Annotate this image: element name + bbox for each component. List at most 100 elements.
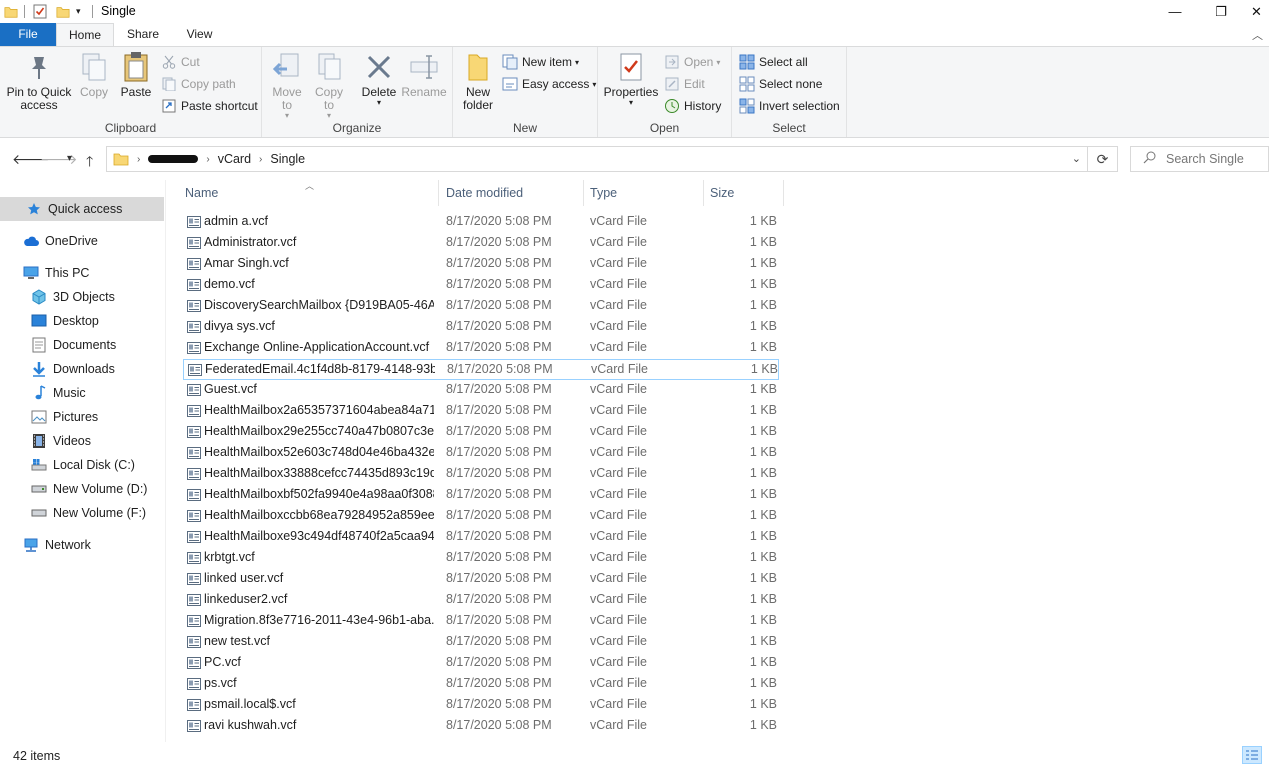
nav-quick-access-label: Quick access <box>48 202 123 216</box>
properties-quick-icon[interactable] <box>33 3 47 20</box>
table-row[interactable]: HealthMailbox52e603c748d04e46ba432e... 8/… <box>183 443 779 464</box>
table-row[interactable]: Amar Singh.vcf 8/17/2020 5:08 PM vCard Fil… <box>183 254 779 275</box>
table-row[interactable]: ps.vcf 8/17/2020 5:08 PM vCard File 1 KB <box>183 674 779 695</box>
nav-local-disk-c[interactable]: Local Disk (C:) <box>0 453 164 477</box>
easy-access-button[interactable]: Easy access ▾ <box>502 74 596 94</box>
refresh-button[interactable]: ⟳ <box>1088 146 1118 172</box>
column-header-size[interactable]: Size <box>704 180 784 206</box>
table-row[interactable]: HealthMailbox29e255cc740a47b0807c3e... 8/… <box>183 422 779 443</box>
table-row[interactable]: demo.vcf 8/17/2020 5:08 PM vCard File 1 KB <box>183 275 779 296</box>
table-row[interactable]: DiscoverySearchMailbox {D919BA05-46A... 8… <box>183 296 779 317</box>
new-folder-quick-icon[interactable] <box>56 3 70 20</box>
rename-button[interactable]: Rename <box>401 51 447 99</box>
table-row[interactable]: Administrator.vcf 8/17/2020 5:08 PM vCard … <box>183 233 779 254</box>
file-name: HealthMailboxbf502fa9940e4a98aa0f3088... <box>204 487 434 501</box>
table-row[interactable]: HealthMailbox2a65357371604abea84a715... 8… <box>183 401 779 422</box>
table-row[interactable]: krbtgt.vcf 8/17/2020 5:08 PM vCard File 1 K… <box>183 548 779 569</box>
table-row[interactable]: FederatedEmail.4c1f4d8b-8179-4148-93b...… <box>183 359 779 380</box>
pin-to-quick-access-button[interactable]: Pin to Quick access <box>6 51 72 112</box>
breadcrumb-separator-icon[interactable]: › <box>259 154 262 165</box>
nav-new-volume-d[interactable]: New Volume (D:) <box>0 477 164 501</box>
table-row[interactable]: HealthMailboxe93c494df48740f2a5caa94... 8… <box>183 527 779 548</box>
nav-desktop[interactable]: Desktop <box>0 309 164 333</box>
nav-pictures[interactable]: Pictures <box>0 405 164 429</box>
nav-3d-objects[interactable]: 3D Objects <box>0 285 164 309</box>
table-row[interactable]: Exchange Online-ApplicationAccount.vcf 8/… <box>183 338 779 359</box>
breadcrumb-separator-icon[interactable]: › <box>137 154 140 165</box>
redacted-breadcrumb[interactable] <box>148 155 199 163</box>
nav-videos[interactable]: Videos <box>0 429 164 453</box>
table-row[interactable]: admin a.vcf 8/17/2020 5:08 PM vCard File 1 … <box>183 212 779 233</box>
close-button[interactable]: ✕ <box>1244 0 1269 23</box>
properties-button[interactable]: Properties ▾ <box>603 51 659 107</box>
new-folder-button[interactable]: New folder <box>459 51 497 112</box>
table-row[interactable]: HealthMailboxccbb68ea79284952a859ee... 8/… <box>183 506 779 527</box>
nav-new-volume-f[interactable]: New Volume (F:) <box>0 501 164 525</box>
history-button[interactable]: History <box>664 96 721 116</box>
file-type: vCard File <box>590 235 647 249</box>
nav-documents[interactable]: Documents <box>0 333 164 357</box>
open-button[interactable]: Open ▾ <box>664 52 720 72</box>
column-header-type[interactable]: Type <box>584 180 704 206</box>
copy-to-button[interactable]: Copy to ▾ <box>312 51 346 120</box>
tab-view[interactable]: View <box>172 23 227 46</box>
vcard-file-icon <box>187 593 201 607</box>
up-button[interactable]: 🡑 <box>86 151 93 175</box>
move-to-button[interactable]: Move to ▾ <box>270 51 304 120</box>
nav-onedrive[interactable]: OneDrive <box>0 229 164 253</box>
table-row[interactable]: psmail.local$.vcf 8/17/2020 5:08 PM vCard … <box>183 695 779 716</box>
minimize-button[interactable]: — <box>1152 0 1198 23</box>
ribbon-collapse-icon[interactable]: ︿ <box>1252 27 1263 43</box>
breadcrumb-single[interactable]: Single <box>270 152 305 166</box>
column-header-date[interactable]: Date modified <box>440 180 584 206</box>
table-row[interactable]: Migration.8f3e7716-2011-43e4-96b1-aba...… <box>183 611 779 632</box>
nav-quick-access[interactable]: Quick access <box>0 197 164 221</box>
file-size: 1 KB <box>749 676 777 690</box>
nav-network[interactable]: Network <box>0 533 164 557</box>
select-none-button[interactable]: Select none <box>739 74 822 94</box>
delete-button[interactable]: Delete ▾ <box>360 51 398 107</box>
invert-selection-icon <box>739 98 755 114</box>
new-item-button[interactable]: New item ▾ <box>502 52 579 72</box>
select-all-button[interactable]: Select all <box>739 52 808 72</box>
address-bar[interactable]: › › vCard › Single ⌄ <box>106 146 1088 172</box>
address-dropdown-icon[interactable]: ⌄ <box>1072 152 1081 165</box>
table-row[interactable]: linked user.vcf 8/17/2020 5:08 PM vCard Fi… <box>183 569 779 590</box>
tab-file[interactable]: File <box>0 23 56 46</box>
vcard-file-icon <box>187 446 201 460</box>
table-row[interactable]: new test.vcf 8/17/2020 5:08 PM vCard File 1… <box>183 632 779 653</box>
new-item-icon <box>502 54 518 70</box>
edit-button[interactable]: Edit <box>664 74 705 94</box>
file-name: HealthMailbox29e255cc740a47b0807c3e... <box>204 424 434 438</box>
nav-this-pc[interactable]: This PC <box>0 261 164 285</box>
file-name: HealthMailboxe93c494df48740f2a5caa94... <box>204 529 434 543</box>
cut-button[interactable]: Cut <box>161 52 200 72</box>
table-row[interactable]: linkeduser2.vcf 8/17/2020 5:08 PM vCard Fi… <box>183 590 779 611</box>
table-row[interactable]: HealthMailboxbf502fa9940e4a98aa0f3088...… <box>183 485 779 506</box>
paste-shortcut-button[interactable]: Paste shortcut <box>161 96 258 116</box>
nav-downloads[interactable]: Downloads <box>0 357 164 381</box>
tab-share[interactable]: Share <box>114 23 172 46</box>
nav-music[interactable]: Music <box>0 381 164 405</box>
file-size: 1 KB <box>749 340 777 354</box>
invert-selection-button[interactable]: Invert selection <box>739 96 840 116</box>
customize-quick-access-icon[interactable]: ▾ <box>76 3 81 20</box>
column-header-name[interactable]: Name <box>179 180 439 206</box>
tab-home[interactable]: Home <box>56 23 114 47</box>
paste-button[interactable]: Paste <box>117 51 155 99</box>
copy-button[interactable]: Copy <box>76 51 112 99</box>
table-row[interactable]: HealthMailbox33888cefcc74435d893c19d... 8… <box>183 464 779 485</box>
search-box[interactable]: Search Single <box>1130 146 1269 172</box>
file-name: Administrator.vcf <box>204 235 297 249</box>
restore-button[interactable]: ❐ <box>1198 0 1244 23</box>
table-row[interactable]: PC.vcf 8/17/2020 5:08 PM vCard File 1 KB <box>183 653 779 674</box>
table-row[interactable]: ravi kushwah.vcf 8/17/2020 5:08 PM vCard F… <box>183 716 779 737</box>
details-view-button[interactable] <box>1242 746 1262 764</box>
copy-path-button[interactable]: Copy path <box>161 74 236 94</box>
breadcrumb-separator-icon[interactable]: › <box>206 154 209 165</box>
breadcrumb-vcard[interactable]: vCard <box>218 152 251 166</box>
file-size: 1 KB <box>749 550 777 564</box>
table-row[interactable]: Guest.vcf 8/17/2020 5:08 PM vCard File 1 KB <box>183 380 779 401</box>
table-row[interactable]: divya sys.vcf 8/17/2020 5:08 PM vCard File… <box>183 317 779 338</box>
recent-locations-icon[interactable]: ▾ <box>67 153 72 164</box>
